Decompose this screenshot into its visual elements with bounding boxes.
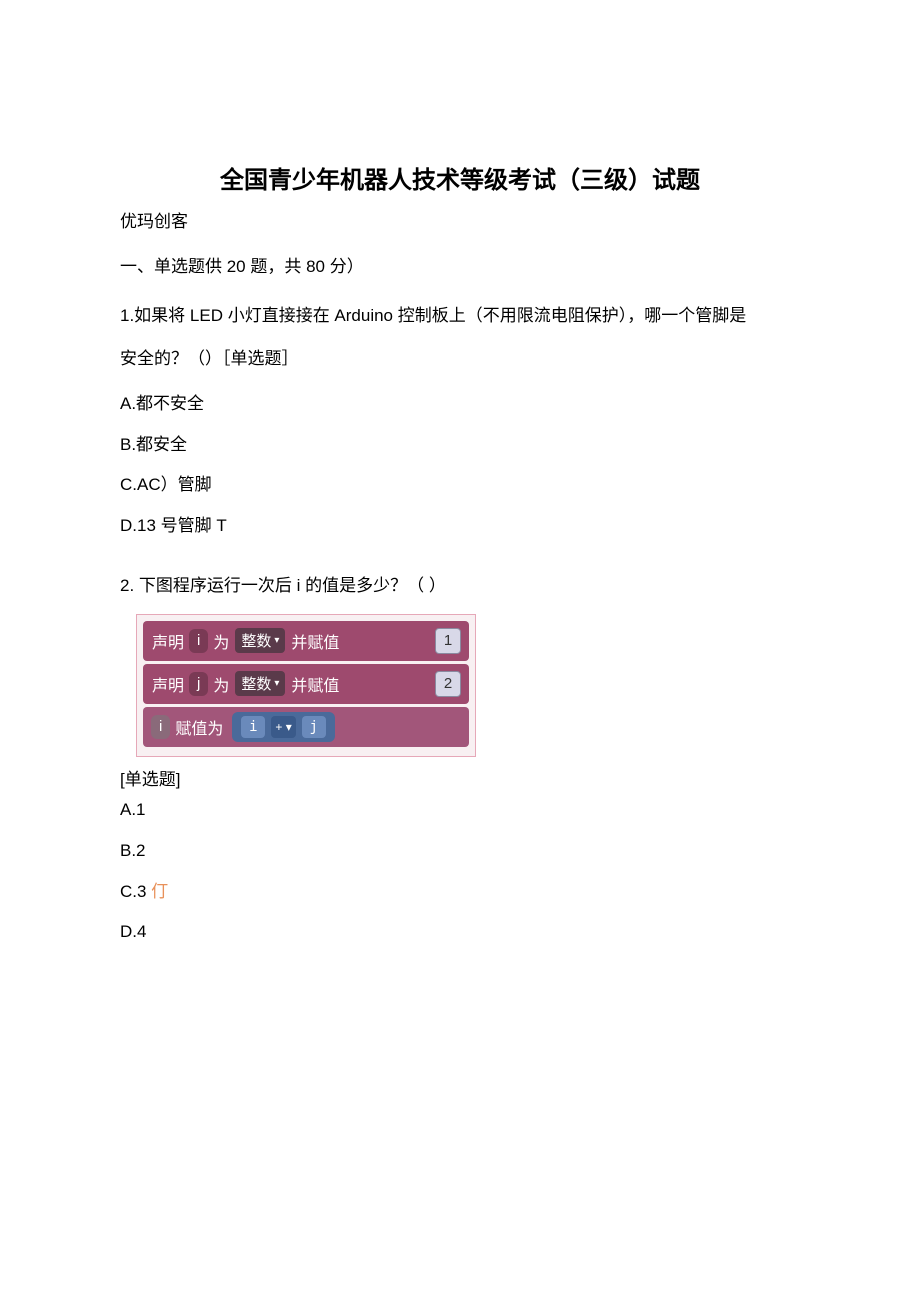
set-to-label: 赋值为 [175, 715, 223, 739]
q2-option-d: D.4 [120, 912, 800, 953]
code-row-3: i 赋值为 i + ▾ j [143, 707, 469, 747]
section-header: 一、单选题供 20 题，共 80 分） [120, 252, 800, 277]
type-int-dropdown-2: 整数▾ [235, 671, 285, 696]
dropdown-caret-icon-2: ▾ [274, 678, 279, 689]
plus-operator-dropdown: + ▾ [271, 716, 295, 738]
value-1-slot: 1 [435, 628, 461, 654]
assign-label-2: 并赋值 [291, 672, 339, 696]
declare-label-2: 声明 [152, 672, 184, 696]
code-row-1: 声明 i 为 整数▾ 并赋值 1 [143, 621, 469, 661]
dropdown-caret-icon: ▾ [274, 635, 279, 646]
as-label-2: 为 [213, 672, 229, 696]
declare-label: 声明 [152, 629, 184, 653]
var-i-chip: i [189, 629, 208, 653]
q2-option-a: A.1 [120, 790, 800, 831]
q2-single-label: [单选题] [120, 765, 800, 790]
code-block-image: 声明 i 为 整数▾ 并赋值 1 声明 j 为 整数▾ 并赋值 2 i 赋值为 … [136, 614, 476, 757]
assign-label: 并赋值 [291, 629, 339, 653]
as-label: 为 [213, 629, 229, 653]
expr-var-j: j [302, 716, 326, 738]
page-title: 全国青少年机器人技术等级考试（三级）试题 [120, 160, 800, 195]
q1-option-c: C.AC）管脚 [120, 465, 800, 506]
expression-block: i + ▾ j [232, 712, 334, 742]
type-int-dropdown: 整数▾ [235, 628, 285, 653]
q1-option-d: D.13 号管脚 T [120, 506, 800, 547]
q1-line1: 1.如果将 LED 小灯直接接在 Arduino 控制板上（不用限流电阻保护），… [120, 297, 800, 334]
var-j-chip: j [189, 672, 208, 696]
q1-line2: 安全的？（）［单选题］ [120, 340, 800, 377]
subtitle: 优玛创客 [120, 207, 800, 232]
value-2-slot: 2 [435, 671, 461, 697]
var-i-chip-2: i [151, 715, 170, 739]
q1-option-b: B.都安全 [120, 425, 800, 466]
code-row-2: 声明 j 为 整数▾ 并赋值 2 [143, 664, 469, 704]
correct-mark: 仃 [151, 882, 168, 901]
q2-option-b: B.2 [120, 831, 800, 872]
q1-option-a: A.都不安全 [120, 384, 800, 425]
expr-var-i: i [241, 716, 265, 738]
q2-text: 2. 下图程序运行一次后 i 的值是多少？（ ） [120, 571, 800, 596]
q2-option-c: C.3 仃 [120, 872, 800, 913]
